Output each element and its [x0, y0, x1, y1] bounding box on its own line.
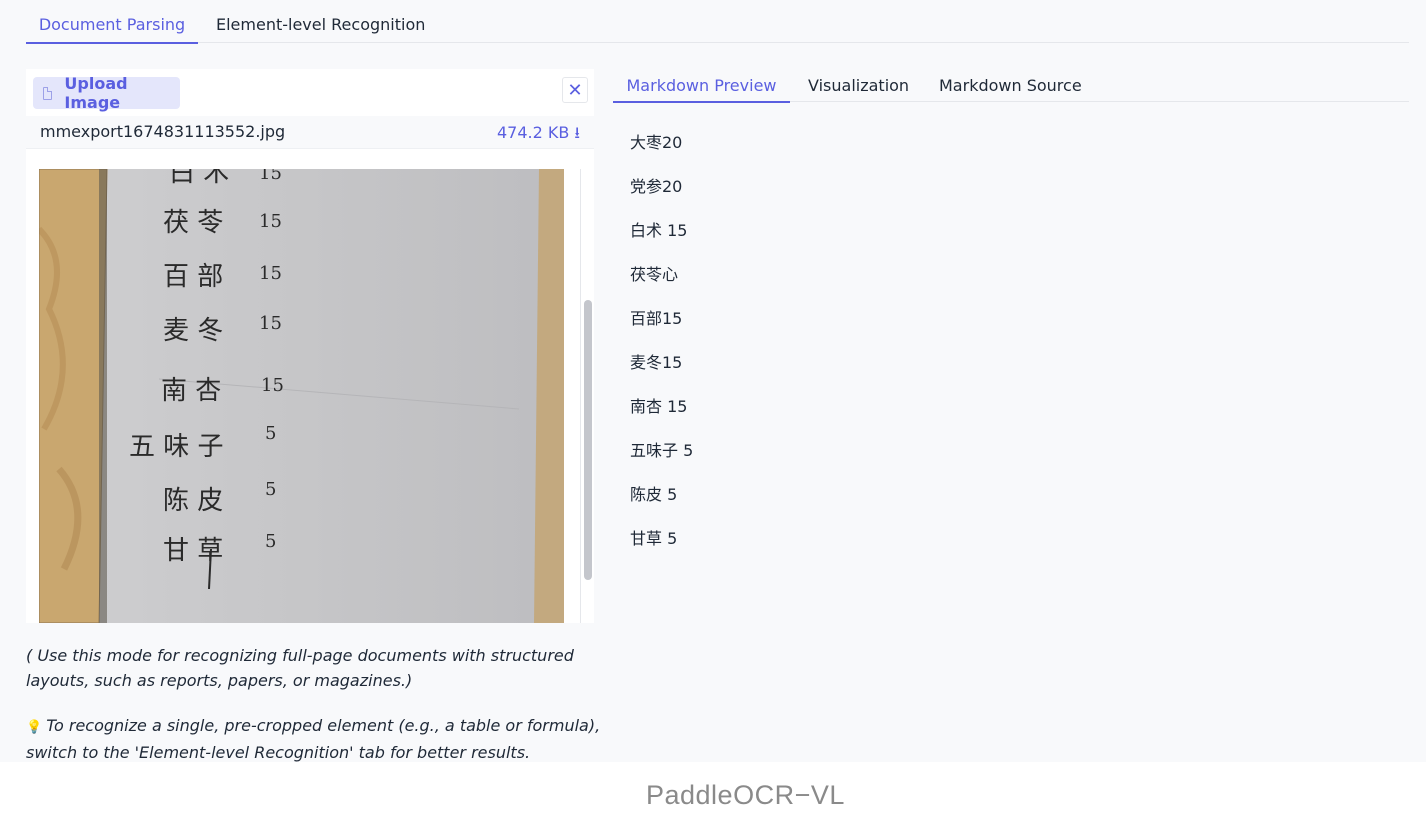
handwritten-prescription-photo: 白 术 15 茯 苓 15 百 部 15 麦 冬 15 南 杏 15 五 味 子 5 陈 皮…	[39, 169, 564, 623]
lightbulb-icon: 💡	[26, 720, 43, 735]
mode-hint-text: ( Use this mode for recognizing full-pag…	[26, 646, 574, 690]
svg-text:15: 15	[261, 375, 284, 396]
uploaded-document-image: 白 术 15 茯 苓 15 百 部 15 麦 冬 15 南 杏 15 五 味 子 5 陈 皮…	[39, 169, 564, 623]
footer-brand: PaddleOCR−VL	[646, 780, 845, 810]
tab-element-level-recognition[interactable]: Element-level Recognition	[216, 0, 425, 43]
markdown-line: 白术 15	[630, 221, 688, 240]
markdown-line: 党参20	[630, 177, 683, 196]
image-scrollbar-thumb[interactable]	[584, 300, 592, 580]
top-tab-bar: Document Parsing Element-level Recogniti…	[26, 0, 1409, 44]
svg-text:麦 冬: 麦 冬	[163, 316, 223, 346]
image-scrollbar[interactable]	[580, 169, 594, 623]
markdown-preview-content: 大枣20 党参20 白术 15 茯苓心 百部15 麦冬15 南杏 15 五味子 …	[630, 130, 693, 570]
svg-text:五 味 子: 五 味 子	[129, 432, 224, 462]
uploaded-file-row: mmexport1674831113552.jpg 474.2 KB ⭳	[26, 116, 594, 149]
output-tab-bar: Markdown Preview Visualization Markdown …	[613, 69, 1409, 103]
svg-text:南 杏: 南 杏	[161, 376, 221, 406]
svg-text:5: 5	[265, 531, 276, 552]
svg-text:陈 皮: 陈 皮	[163, 486, 223, 516]
markdown-line: 五味子 5	[630, 441, 694, 460]
svg-text:5: 5	[265, 423, 276, 444]
file-icon	[43, 86, 53, 100]
tab-document-parsing[interactable]: Document Parsing	[26, 0, 198, 44]
svg-text:百 部: 百 部	[163, 262, 223, 292]
svg-text:白 术: 白 术	[169, 169, 229, 188]
tab-markdown-preview[interactable]: Markdown Preview	[613, 69, 790, 103]
svg-text:15: 15	[259, 313, 282, 334]
image-preview-area: 白 术 15 茯 苓 15 百 部 15 麦 冬 15 南 杏 15 五 味 子 5 陈 皮…	[26, 167, 594, 623]
svg-text:茯 苓: 茯 苓	[163, 208, 223, 238]
markdown-line: 陈皮 5	[630, 485, 678, 504]
image-upload-panel: Upload Image ✕ mmexport1674831113552.jpg…	[26, 69, 594, 623]
file-name: mmexport1674831113552.jpg	[40, 122, 286, 141]
markdown-line: 南杏 15	[630, 397, 688, 416]
upload-image-label: Upload Image	[64, 74, 128, 112]
upload-image-button[interactable]: Upload Image	[33, 74, 180, 112]
file-size-download-link[interactable]: 474.2 KB ⭳	[497, 122, 580, 149]
markdown-line: 甘草 5	[630, 529, 678, 548]
svg-text:15: 15	[259, 169, 282, 184]
svg-text:甘 草: 甘 草	[163, 536, 223, 566]
markdown-line: 大枣20	[630, 133, 683, 152]
markdown-line: 百部15	[630, 309, 683, 328]
tab-markdown-source[interactable]: Markdown Source	[939, 69, 1082, 102]
element-recognition-tip: 💡 To recognize a single, pre-cropped elem…	[26, 713, 606, 765]
markdown-line: 麦冬15	[630, 353, 683, 372]
svg-text:15: 15	[259, 211, 282, 232]
markdown-line: 茯苓心	[630, 265, 679, 284]
close-icon[interactable]: ✕	[562, 77, 588, 103]
tab-visualization[interactable]: Visualization	[808, 69, 909, 102]
tip-text: To recognize a single, pre-cropped eleme…	[26, 716, 601, 762]
svg-text:5: 5	[265, 479, 276, 500]
svg-text:15: 15	[259, 263, 282, 284]
